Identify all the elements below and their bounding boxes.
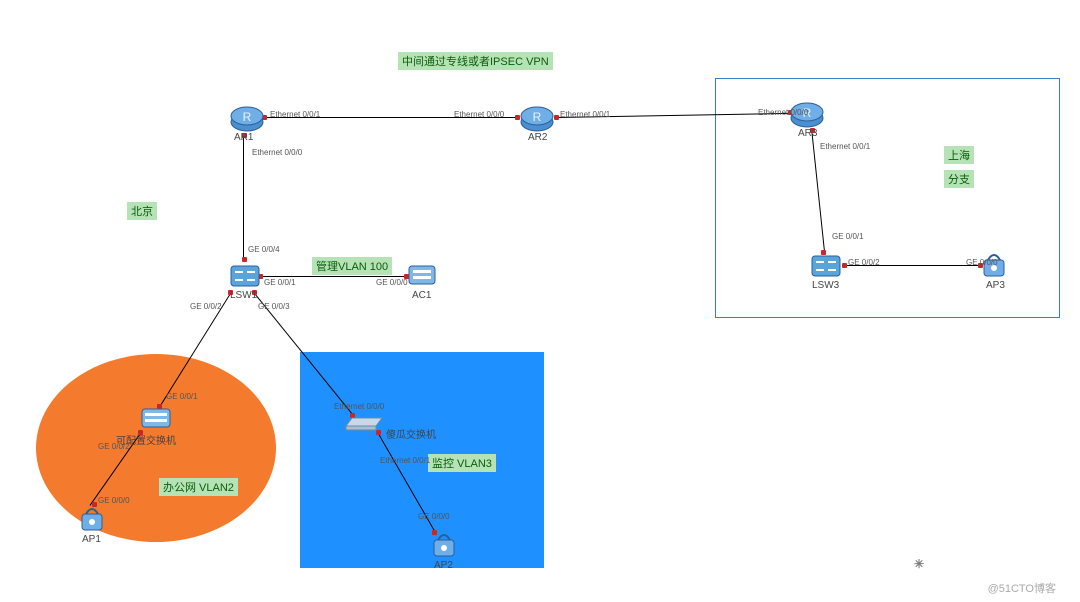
- port-ar1-e000: Ethernet 0/0/0: [252, 148, 302, 157]
- port-lsw3-g002: GE 0/0/2: [848, 258, 880, 267]
- switch-lsw1[interactable]: [229, 260, 259, 290]
- label-lsw1: LSW1: [230, 290, 257, 301]
- port-cfg-g002: GE 0/0/2: [98, 442, 130, 451]
- monitor-vlan-tag: 监控 VLAN3: [428, 454, 496, 472]
- wechat-text: 网络之路博客: [936, 549, 1056, 578]
- label-ap3: AP3: [986, 280, 1005, 291]
- port-cfg-g001: GE 0/0/1: [166, 392, 198, 401]
- port-lsw1-g001: GE 0/0/1: [264, 278, 296, 287]
- label-ap2: AP2: [434, 560, 453, 571]
- ap-ap2[interactable]: [430, 530, 460, 560]
- branch-tag: 分支: [944, 170, 974, 188]
- port-dumb-e001: Ethernet 0/0/1: [380, 456, 430, 465]
- label-lsw3: LSW3: [812, 280, 839, 291]
- port-lsw1-g004: GE 0/0/4: [248, 245, 280, 254]
- office-vlan-tag: 办公网 VLAN2: [159, 478, 238, 496]
- port-lsw3-g001: GE 0/0/1: [832, 232, 864, 241]
- ac-ac1[interactable]: [407, 260, 437, 290]
- wechat-watermark: ✳ 网络之路博客: [908, 549, 1056, 578]
- port-ar2-e000l: Ethernet 0/0/0: [454, 110, 504, 119]
- port-ar3-e000: Ethernet 0/0/0: [758, 108, 808, 117]
- attribution-text: @51CTO博客: [988, 580, 1056, 596]
- port-ar3-e001: Ethernet 0/0/1: [820, 142, 870, 151]
- label-ac1: AC1: [412, 290, 431, 301]
- beijing-tag: 北京: [127, 202, 157, 220]
- dumb-switch[interactable]: [344, 414, 374, 444]
- port-ap1-g000: GE 0/0/0: [98, 496, 130, 505]
- office-zone: [36, 354, 276, 542]
- label-ar2: AR2: [528, 132, 547, 143]
- router-ar1[interactable]: R: [230, 102, 260, 132]
- config-switch[interactable]: [140, 405, 170, 435]
- label-ar3: AR3: [798, 128, 817, 139]
- port-ap2-g000: GE 0/0/0: [418, 512, 450, 521]
- svg-text:R: R: [243, 110, 252, 124]
- wechat-icon: ✳: [908, 553, 930, 575]
- port-ar1-e001: Ethernet 0/0/1: [270, 110, 320, 119]
- ap-ap1[interactable]: [78, 504, 108, 534]
- title-tag: 中间通过专线或者IPSEC VPN: [398, 52, 553, 70]
- port-lsw1-g002: GE 0/0/2: [190, 302, 222, 311]
- topology-canvas: 中间通过专线或者IPSEC VPN 北京 管理VLAN 100 上海 分支 办公…: [0, 0, 1080, 602]
- link-lsw1-ac1: [259, 276, 407, 277]
- label-ap1: AP1: [82, 534, 101, 545]
- switch-lsw3[interactable]: [810, 250, 840, 280]
- label-dumbsw: 傻瓜交换机: [386, 426, 436, 441]
- label-ar1: AR1: [234, 132, 253, 143]
- router-ar2[interactable]: R: [520, 102, 550, 132]
- port-ar2-e001r: Ethernet 0/0/1: [560, 110, 610, 119]
- shanghai-tag: 上海: [944, 146, 974, 164]
- link-ar1-lsw1: [243, 133, 244, 261]
- port-ac1-g000: GE 0/0/0: [376, 278, 408, 287]
- mgmt-vlan-tag: 管理VLAN 100: [312, 257, 392, 275]
- port-lsw1-g003: GE 0/0/3: [258, 302, 290, 311]
- port-ap3-g000: GE 0/0/0: [966, 258, 998, 267]
- svg-text:R: R: [533, 110, 542, 124]
- port-dumb-e000: Ethernet 0/0/0: [334, 402, 384, 411]
